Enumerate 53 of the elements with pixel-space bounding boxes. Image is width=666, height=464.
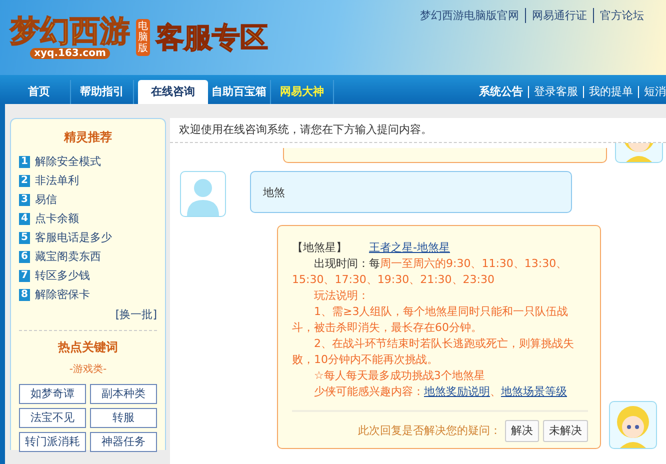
user-message-bubble: 地煞	[250, 171, 572, 213]
user-avatar-icon	[180, 171, 226, 217]
number-badge: 3	[19, 194, 30, 206]
reply-paragraph: 少侠可能感兴趣内容：地煞奖励说明、地煞场景等级	[313, 384, 568, 400]
number-badge: 2	[19, 174, 30, 186]
recommend-link[interactable]: 解除安全模式	[35, 154, 101, 169]
recommend-link[interactable]: 藏宝阁卖东西	[35, 249, 101, 264]
edition-badge: 电脑版	[136, 19, 150, 56]
recommend-link[interactable]: 易信	[35, 192, 57, 207]
recommend-link[interactable]: 点卡余额	[35, 211, 79, 226]
feedback-button[interactable]: 解决	[505, 420, 539, 442]
panel-heading: 精灵推荐	[62, 129, 113, 146]
reply-paragraph: 【地煞星】 王者之星-地煞星	[292, 240, 451, 256]
keyword-button[interactable]: 转服	[90, 408, 157, 428]
recommend-link[interactable]: 非法单利	[35, 173, 79, 188]
number-badge: 4	[19, 212, 30, 224]
keyword-button[interactable]: 转门派消耗	[19, 432, 86, 452]
number-badge: 5	[19, 232, 30, 244]
nav-tab[interactable]: 在线咨询	[138, 80, 208, 104]
number-badge: 1	[19, 156, 30, 168]
reply-paragraph: ☆每人每天最多成功挑战3个地煞星	[313, 368, 486, 384]
recommend-link[interactable]: 转区多少钱	[35, 268, 90, 283]
keyword-button[interactable]: 神器任务	[90, 432, 157, 452]
panel-heading: 热点关键词	[56, 339, 119, 356]
keyword-button[interactable]: 副本种类	[90, 384, 157, 404]
nav-link[interactable]: 登录客服	[528, 86, 578, 98]
recommend-link[interactable]: 客服电话是多少	[35, 230, 112, 245]
reply-paragraph: 出现时间：每周一至周六的9:30、11:30、13:30、15:30、17:30、19:30、21:30、23:30	[292, 256, 568, 288]
number-badge: 8	[19, 288, 30, 300]
nav-link[interactable]: 我的提单	[583, 86, 633, 98]
reply-paragraph: 1、需≥3人组队，每个地煞星同时只能和一只队伍战斗，被击杀即消失，最长存在60分钟。	[292, 304, 570, 336]
category-label: -游戏类-	[68, 362, 108, 376]
feedback-button[interactable]: 未解决	[543, 420, 588, 442]
refresh-link[interactable]: [换一批]	[115, 308, 157, 321]
keyword-button[interactable]: 如梦奇谭	[19, 384, 86, 404]
reply-link[interactable]: 地煞奖励说明	[424, 385, 490, 398]
header-link[interactable]: 官方论坛	[593, 8, 644, 23]
section-title: 客服专区	[156, 20, 268, 56]
keyword-button[interactable]: 法宝不见	[19, 408, 86, 428]
number-badge: 7	[19, 270, 30, 282]
header-link[interactable]: 梦幻西游电脑版官网	[420, 8, 519, 23]
reply-link[interactable]: 地煞场景等级	[501, 385, 567, 398]
recommend-link[interactable]: 解除密保卡	[35, 287, 90, 302]
nav-link[interactable]: 短消	[638, 86, 666, 98]
domain-label: xyq.163.com	[30, 48, 110, 59]
reply-link[interactable]: 王者之星-地煞星	[369, 241, 450, 254]
character-avatar-drawing	[609, 401, 657, 449]
nav-link[interactable]: 系统公告	[479, 80, 523, 104]
reply-paragraph: 2、在战斗环节结束时若队长逃跑或死亡，则算挑战失败，10分钟内不能再次挑战。	[292, 336, 575, 368]
number-badge: 6	[19, 250, 30, 262]
header-link[interactable]: 网易通行证	[525, 8, 587, 23]
reply-paragraph: 玩法说明：	[313, 288, 370, 304]
feedback-question: 此次回复是否解决您的疑问：	[358, 423, 501, 439]
